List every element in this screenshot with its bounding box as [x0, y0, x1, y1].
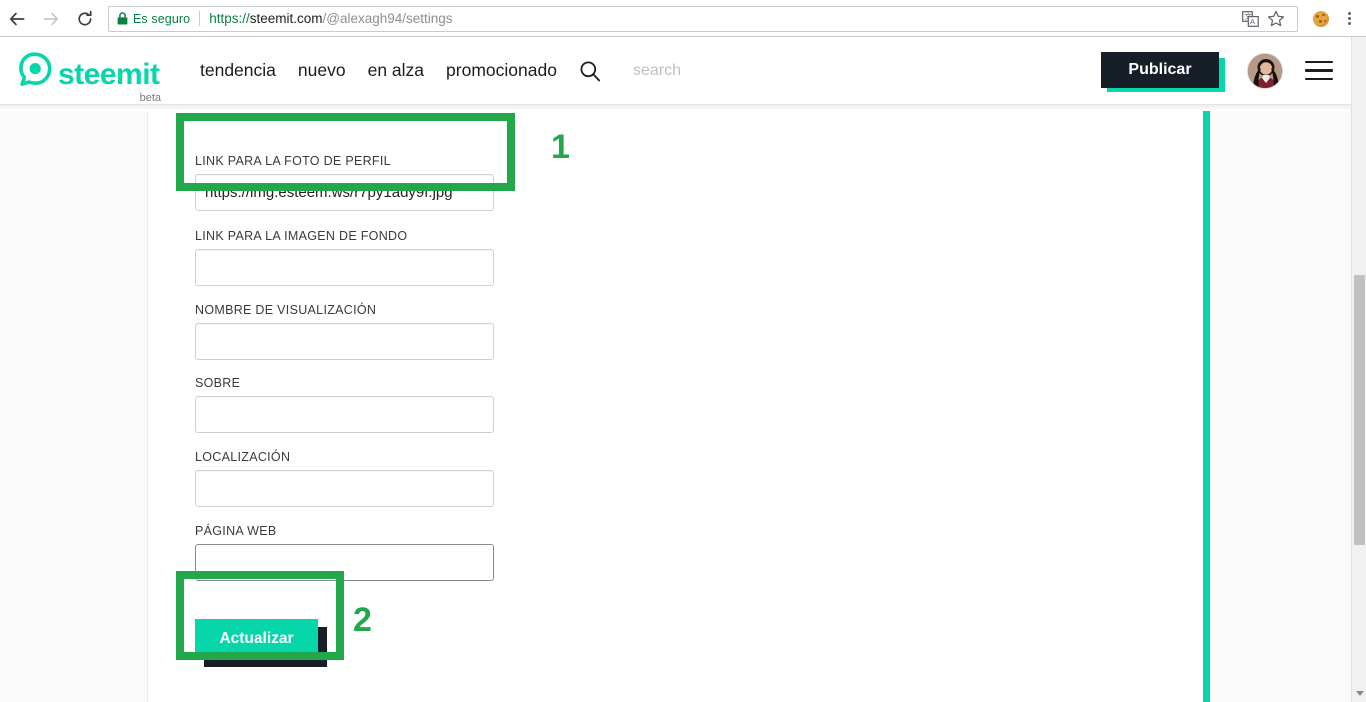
page-viewport: steemit beta tendencia nuevo en alza pro…	[0, 37, 1366, 702]
settings-content: LINK PARA LA FOTO DE PERFIL LINK PARA LA…	[0, 105, 1351, 702]
scrollbar-down-button[interactable]	[1352, 686, 1366, 700]
header-search[interactable]: search	[579, 60, 681, 82]
about-input[interactable]	[195, 396, 494, 433]
field-cover-image: LINK PARA LA IMAGEN DE FONDO	[195, 229, 494, 286]
page-scrollbar[interactable]	[1351, 37, 1366, 702]
nav-item-trending[interactable]: tendencia	[200, 60, 276, 81]
back-arrow-icon	[9, 12, 25, 25]
label-location: LOCALIZACIÓN	[195, 450, 291, 464]
translate-button[interactable]: 文 A	[1237, 7, 1263, 31]
label-about: SOBRE	[195, 376, 241, 390]
security-indicator[interactable]: Es seguro	[117, 12, 190, 26]
main-navigation: tendencia nuevo en alza promocionado	[200, 60, 557, 81]
url-path: /@alexagh94/settings	[322, 11, 453, 26]
field-profile-picture: LINK PARA LA FOTO DE PERFIL	[195, 154, 494, 211]
publish-button-wrap: Publicar	[1101, 51, 1225, 92]
url-host: steemit.com	[249, 11, 323, 26]
url-text: https://steemit.com/@alexagh94/settings	[209, 11, 452, 26]
translate-icon: 文 A	[1241, 10, 1259, 27]
beta-label: beta	[139, 91, 161, 104]
annotation-number-2: 2	[353, 601, 372, 639]
omnibox-divider	[199, 11, 201, 26]
display-name-input[interactable]	[195, 323, 494, 360]
omnibox-actions: 文 A	[1237, 7, 1289, 31]
cover-image-url-input[interactable]	[195, 249, 494, 286]
scrollbar-thumb[interactable]	[1354, 275, 1365, 545]
site-header: steemit beta tendencia nuevo en alza pro…	[0, 37, 1351, 105]
website-input[interactable]	[195, 544, 494, 581]
publish-button[interactable]: Publicar	[1101, 51, 1219, 88]
lock-icon	[117, 12, 128, 25]
url-scheme: https://	[209, 11, 250, 26]
browser-toolbar: Es seguro https://steemit.com/@alexagh94…	[0, 0, 1366, 37]
location-input[interactable]	[195, 470, 494, 507]
field-website: PÁGINA WEB	[195, 524, 494, 581]
search-input[interactable]: search	[633, 62, 681, 80]
field-about: SOBRE	[195, 376, 494, 433]
annotation-number-1: 1	[551, 128, 570, 166]
steemit-wordmark: steemit	[58, 57, 160, 91]
profile-picture-url-input[interactable]	[195, 174, 494, 211]
right-gutter	[1210, 111, 1351, 702]
search-icon[interactable]	[579, 60, 601, 82]
nav-item-hot[interactable]: en alza	[368, 60, 424, 81]
steemit-logo[interactable]: steemit beta	[14, 51, 174, 104]
update-button[interactable]: Actualizar	[195, 619, 318, 659]
chrome-actions	[1306, 4, 1366, 34]
header-actions: Publicar	[1101, 51, 1351, 92]
back-button[interactable]	[0, 2, 34, 36]
label-website: PÁGINA WEB	[195, 524, 277, 538]
teal-vertical-rule	[1203, 111, 1210, 702]
header-shadow	[0, 105, 1351, 111]
field-location: LOCALIZACIÓN	[195, 450, 494, 507]
address-bar[interactable]: Es seguro https://steemit.com/@alexagh94…	[108, 5, 1298, 32]
nav-item-new[interactable]: nuevo	[298, 60, 346, 81]
chevron-down-icon	[1355, 690, 1364, 696]
label-display-name: NOMBRE DE VISUALIZACIÓN	[195, 303, 377, 317]
steemit-logo-icon	[19, 51, 52, 86]
star-icon	[1267, 10, 1285, 26]
cookie-extension-icon	[1313, 10, 1329, 27]
chrome-menu-button[interactable]	[1336, 4, 1362, 34]
forward-arrow-icon	[43, 12, 59, 25]
cookie-extension-button[interactable]	[1306, 4, 1336, 34]
chrome-menu-icon	[1347, 12, 1351, 15]
label-cover-image: LINK PARA LA IMAGEN DE FONDO	[195, 229, 408, 243]
reload-icon	[78, 10, 92, 25]
label-profile-picture: LINK PARA LA FOTO DE PERFIL	[195, 154, 391, 168]
reload-button[interactable]	[68, 2, 102, 36]
update-button-wrap: Actualizar	[195, 619, 327, 667]
bookmark-button[interactable]	[1263, 7, 1289, 31]
avatar-photo	[1248, 53, 1282, 88]
svg-text:A: A	[1250, 17, 1255, 26]
forward-button[interactable]	[34, 2, 68, 36]
hamburger-menu-icon[interactable]	[1305, 60, 1333, 81]
user-avatar[interactable]	[1247, 52, 1283, 89]
nav-item-promoted[interactable]: promocionado	[446, 60, 557, 81]
screen-root: Es seguro https://steemit.com/@alexagh94…	[0, 0, 1366, 702]
field-display-name: NOMBRE DE VISUALIZACIÓN	[195, 303, 494, 360]
left-gutter	[0, 111, 148, 702]
secure-label: Es seguro	[133, 11, 191, 26]
